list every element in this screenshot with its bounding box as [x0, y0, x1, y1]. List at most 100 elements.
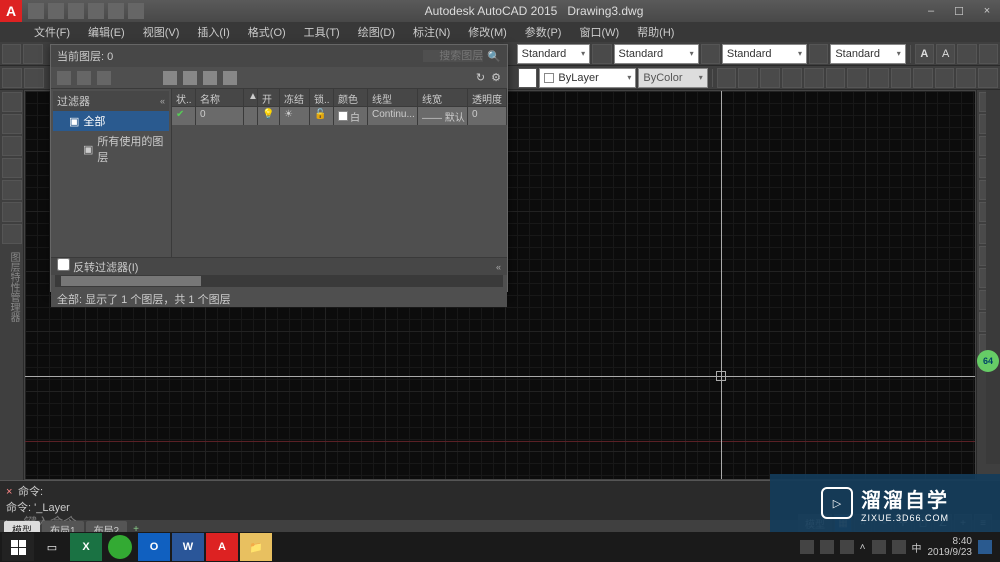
layer-search-input[interactable] [423, 50, 483, 62]
qat-save-icon[interactable] [68, 3, 84, 19]
dim-icon[interactable] [738, 68, 758, 88]
pline-icon[interactable] [2, 114, 22, 134]
menu-format[interactable]: 格式(O) [240, 22, 294, 42]
qat-undo-icon[interactable] [88, 3, 104, 19]
minimize-button[interactable]: – [918, 2, 944, 20]
col-ltype[interactable]: 线型 [368, 89, 418, 106]
lock-open-icon[interactable]: 🔓 [310, 107, 334, 125]
qat-print-icon[interactable] [128, 3, 144, 19]
tray-icon[interactable] [820, 540, 834, 554]
layer-state-icon[interactable] [203, 71, 217, 85]
text-a-icon[interactable]: A [915, 44, 934, 64]
excel-icon[interactable]: X [70, 533, 102, 561]
menu-window[interactable]: 窗口(W) [571, 22, 627, 42]
arc-icon[interactable] [2, 158, 22, 178]
col-sort[interactable]: ▲ [244, 89, 258, 106]
col-on[interactable]: 开 [258, 89, 280, 106]
bulb-on-icon[interactable]: 💡 [258, 107, 280, 125]
autocad-icon[interactable]: A [206, 533, 238, 561]
new-layer-icon[interactable] [57, 71, 71, 85]
search-icon[interactable]: 🔍 [487, 50, 501, 63]
layer-grid-hscroll[interactable] [55, 275, 503, 287]
bycolor-dropdown[interactable]: ByColor▾ [638, 68, 707, 88]
mlstyle-dropdown[interactable]: Standard▾ [830, 44, 905, 64]
invert-filter-checkbox[interactable]: 反转过滤器(I) [57, 258, 138, 275]
qat-new-icon[interactable] [28, 3, 44, 19]
ime-icon[interactable]: 中 [912, 540, 922, 555]
collapse-icon[interactable]: « [496, 262, 501, 272]
layer-panel-header[interactable]: 当前图层: 0 🔍 [51, 45, 507, 67]
refresh-icon[interactable]: ↻ [476, 71, 485, 84]
layer-state-icon[interactable] [183, 71, 197, 85]
find-icon[interactable] [957, 44, 976, 64]
menu-file[interactable]: 文件(F) [26, 22, 78, 42]
menu-dim[interactable]: 标注(N) [405, 22, 458, 42]
filter-all[interactable]: ▣全部 [53, 111, 169, 131]
dim-icon[interactable] [760, 68, 780, 88]
cmd-close-icon[interactable]: × [6, 486, 18, 498]
col-lweight[interactable]: 线宽 [418, 89, 468, 106]
cell-name[interactable]: 0 [196, 107, 244, 125]
color-swatch-icon[interactable] [518, 68, 538, 88]
cell-lweight[interactable]: —— 默认 [418, 107, 468, 125]
col-color[interactable]: 颜色 [334, 89, 368, 106]
collapse-icon[interactable]: « [160, 96, 165, 106]
tb-icon[interactable] [24, 68, 44, 88]
hatch-icon[interactable] [2, 224, 22, 244]
settings-icon[interactable]: ⚙ [491, 71, 501, 84]
tb-icon[interactable] [2, 44, 21, 64]
browser-icon[interactable] [108, 535, 132, 559]
maximize-button[interactable]: ☐ [946, 2, 972, 20]
tablestyle-dropdown[interactable]: Standard▾ [722, 44, 807, 64]
filter-header[interactable]: 过滤器« [53, 91, 169, 111]
dim-icon[interactable] [891, 68, 911, 88]
taskview-icon[interactable]: ▭ [36, 533, 68, 561]
tb-icon[interactable] [701, 44, 720, 64]
text-a-icon[interactable]: A [936, 44, 955, 64]
dim-icon[interactable] [782, 68, 802, 88]
menu-help[interactable]: 帮助(H) [629, 22, 682, 42]
line-icon[interactable] [2, 92, 22, 112]
col-lock[interactable]: 锁.. [310, 89, 334, 106]
network-icon[interactable] [872, 540, 886, 554]
tb-icon[interactable] [2, 68, 22, 88]
menu-modify[interactable]: 修改(M) [460, 22, 515, 42]
tb-icon[interactable] [592, 44, 611, 64]
col-trans[interactable]: 透明度 [468, 89, 507, 106]
tb-icon[interactable] [979, 44, 998, 64]
cell-ltype[interactable]: Continu... [368, 107, 418, 125]
tray-up-icon[interactable]: ˄ [860, 542, 866, 553]
tray-icon[interactable] [800, 540, 814, 554]
delete-layer-icon[interactable] [97, 71, 111, 85]
app-icon[interactable]: A [0, 0, 22, 22]
dim-icon[interactable] [847, 68, 867, 88]
notif-icon[interactable] [978, 540, 992, 554]
layer-state-icon[interactable] [223, 71, 237, 85]
word-icon[interactable]: W [172, 533, 204, 561]
textstyle-dropdown[interactable]: Standard▾ [517, 44, 591, 64]
cell-color[interactable]: 白 [334, 107, 368, 125]
new-layer-freeze-icon[interactable] [77, 71, 91, 85]
col-status[interactable]: 状.. [172, 89, 196, 106]
dim-icon[interactable] [978, 68, 998, 88]
qat-open-icon[interactable] [48, 3, 64, 19]
outlook-icon[interactable]: O [138, 533, 170, 561]
scrollbar-v[interactable] [986, 90, 1000, 464]
menu-edit[interactable]: 编辑(E) [80, 22, 133, 42]
col-freeze[interactable]: 冻结 [280, 89, 310, 106]
tb-icon[interactable] [23, 44, 42, 64]
dim-icon[interactable] [913, 68, 933, 88]
ellipse-icon[interactable] [2, 202, 22, 222]
menu-insert[interactable]: 插入(I) [189, 22, 237, 42]
layer-row-0[interactable]: ✔ 0 💡 ☀ 🔓 白 Continu... —— 默认 0 [172, 107, 507, 125]
menu-view[interactable]: 视图(V) [135, 22, 188, 42]
menu-draw[interactable]: 绘图(D) [350, 22, 403, 42]
tb-icon[interactable] [809, 44, 828, 64]
dim-icon[interactable] [935, 68, 955, 88]
menu-tools[interactable]: 工具(T) [296, 22, 348, 42]
menu-param[interactable]: 参数(P) [517, 22, 570, 42]
dim-icon[interactable] [869, 68, 889, 88]
filter-used[interactable]: ▣所有使用的图层 [53, 131, 169, 167]
sun-icon[interactable]: ☀ [280, 107, 310, 125]
dimstyle-dropdown[interactable]: Standard▾ [614, 44, 699, 64]
